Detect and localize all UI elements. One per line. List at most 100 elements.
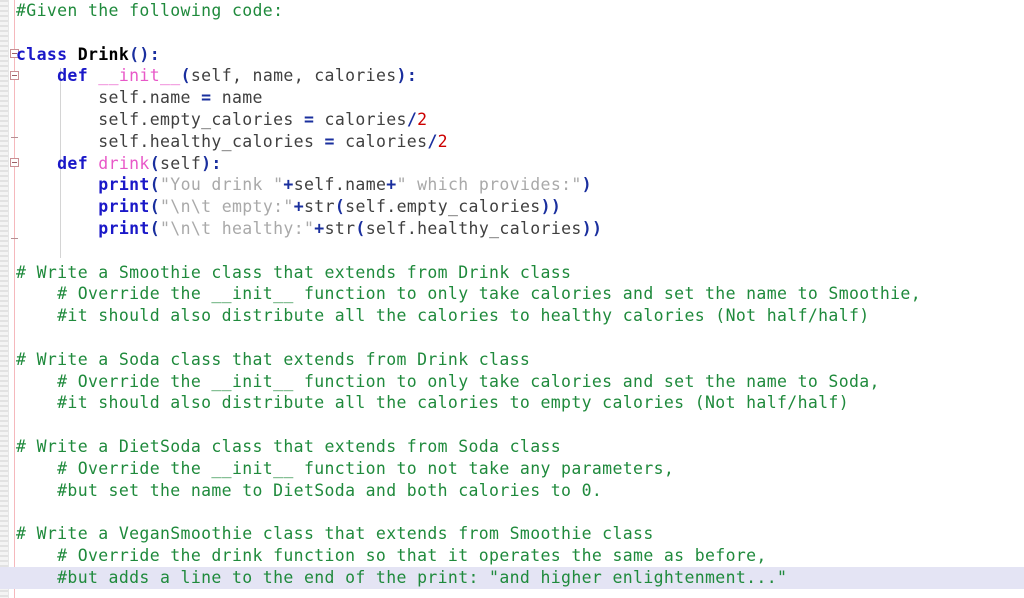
code-token-str: " which provides:" [396, 175, 582, 195]
code-line[interactable] [0, 414, 1024, 436]
code-line[interactable] [0, 327, 1024, 349]
code-token-comment: # Write a DietSoda class that extends fr… [16, 436, 562, 456]
code-token-op: = [303, 109, 315, 129]
code-line[interactable]: #it should also distribute all the calor… [0, 305, 1024, 327]
code-line[interactable]: # Override the __init__ function to not … [0, 458, 1024, 480]
code-token-comment: # Override the __init__ function to only… [16, 284, 921, 304]
code-token-op: = [324, 131, 335, 151]
code-line-content: self.empty_calories = calories/2 [16, 109, 427, 131]
code-line[interactable] [0, 501, 1024, 523]
code-token-comment: # Write a Smoothie class that extends fr… [16, 262, 572, 282]
code-token-var: self.name [293, 175, 387, 195]
code-line-content: # Override the __init__ function to only… [16, 371, 880, 393]
code-token-op: ( [334, 197, 346, 217]
code-token-op: / [427, 131, 438, 151]
code-token-comment: #it should also distribute all the calor… [16, 306, 870, 326]
code-token-kw: def [57, 153, 99, 173]
code-token-op: ) [581, 175, 592, 195]
code-line[interactable]: #but set the name to DietSoda and both c… [0, 480, 1024, 502]
code-token-op: )) [581, 218, 603, 238]
code-token-op: ( [149, 153, 160, 173]
code-line[interactable]: # Override the __init__ function to only… [0, 283, 1024, 305]
code-line[interactable]: def drink(self): [0, 153, 1024, 175]
code-line[interactable]: print("You drink "+self.name+" which pro… [0, 174, 1024, 196]
code-line-content: def drink(self): [16, 153, 222, 175]
code-token-var: self.empty_calories [345, 197, 541, 217]
code-line[interactable]: self.healthy_calories = calories/2 [0, 131, 1024, 153]
code-token-op: ( [149, 175, 160, 195]
code-line[interactable] [0, 240, 1024, 262]
code-line-content: # Override the __init__ function to not … [16, 458, 674, 480]
code-token-op: / [406, 109, 418, 129]
code-token-cm: #Given the following code: [16, 1, 284, 20]
code-token-var: self [160, 153, 202, 173]
code-line[interactable]: # Write a Soda class that extends from D… [0, 349, 1024, 371]
code-line-content: #but set the name to DietSoda and both c… [16, 480, 602, 502]
code-content-area[interactable]: #Given the following code: class Drink():… [0, 0, 1024, 598]
code-token-var: self.name [16, 88, 202, 108]
code-line[interactable]: # Write a Smoothie class that extends fr… [0, 262, 1024, 284]
code-line[interactable]: # Override the __init__ function to only… [0, 371, 1024, 393]
code-line-content: self.healthy_calories = calories/2 [16, 131, 448, 153]
code-token-op: )) [540, 197, 562, 217]
code-line-content: # Override the __init__ function to only… [16, 283, 921, 305]
code-line-content: # Override the drink function so that it… [16, 545, 767, 567]
code-line[interactable]: print("\n\t healthy:"+str(self.healthy_c… [0, 218, 1024, 240]
code-token-op: + [386, 175, 397, 195]
code-token-fn: drink [98, 153, 150, 173]
code-token-num: 2 [417, 109, 428, 129]
code-token-op: ): [201, 153, 222, 173]
code-line[interactable]: self.name = name [0, 87, 1024, 109]
code-line[interactable]: #Given the following code: [0, 0, 1024, 22]
code-token-op: ( [149, 218, 160, 238]
code-token-str: "You drink " [160, 175, 284, 195]
code-token-cls: Drink [77, 44, 130, 64]
code-token-var: self.healthy_calories [16, 131, 325, 151]
code-line[interactable]: print("\n\t empty:"+str(self.empty_calor… [0, 196, 1024, 218]
code-token-op: + [314, 218, 325, 238]
code-token-op: (): [129, 44, 160, 64]
code-line[interactable]: class Drink(): [0, 44, 1024, 66]
code-token-num: 2 [437, 131, 448, 151]
code-editor[interactable]: #Given the following code: class Drink():… [0, 0, 1024, 598]
code-token-comment: # Override the __init__ function to not … [16, 458, 675, 478]
code-line[interactable] [0, 22, 1024, 44]
code-line[interactable]: def __init__(self, name, calories): [0, 65, 1024, 87]
code-line-content: print("You drink "+self.name+" which pro… [16, 174, 592, 196]
code-token-str: "\n\t empty:" [160, 197, 294, 217]
code-line[interactable]: self.empty_calories = calories/2 [0, 109, 1024, 131]
code-token-kw: class [16, 44, 78, 64]
code-line[interactable]: # Write a VeganSmoothie class that exten… [0, 523, 1024, 545]
code-line[interactable]: #it should also distribute all the calor… [0, 392, 1024, 414]
code-line-content: print("\n\t healthy:"+str(self.healthy_c… [16, 218, 602, 240]
code-line-content: def __init__(self, name, calories): [16, 65, 417, 87]
code-line-content: self.name = name [16, 87, 263, 109]
code-token-op: = [201, 88, 212, 108]
code-line[interactable]: # Write a DietSoda class that extends fr… [0, 436, 1024, 458]
code-token-var: calories [314, 109, 407, 129]
code-line-content: # Write a Smoothie class that extends fr… [16, 262, 571, 284]
code-token-var: str [324, 218, 356, 238]
code-token-var: name [211, 88, 263, 108]
code-token-op: ): [396, 66, 418, 86]
code-token-op: ( [149, 197, 160, 217]
code-token-comment: # Write a Soda class that extends from D… [16, 349, 531, 369]
code-token-op: ( [355, 218, 366, 238]
code-token-op: ( [180, 66, 191, 86]
code-line-content: #it should also distribute all the calor… [16, 392, 849, 414]
code-token-var: self, name, calories [190, 66, 397, 86]
code-line[interactable]: # Override the drink function so that it… [0, 545, 1024, 567]
code-token-comment: # Override the drink function so that it… [16, 545, 767, 565]
code-token-op: + [293, 197, 304, 217]
code-line-content: #but adds a line to the end of the print… [16, 567, 787, 589]
code-token-comment: # Write a VeganSmoothie class that exten… [16, 524, 654, 544]
code-token-dund: __init__ [98, 66, 181, 86]
code-token-op: + [283, 175, 294, 195]
code-line-content: # Write a DietSoda class that extends fr… [16, 436, 561, 458]
code-line[interactable]: #but adds a line to the end of the print… [0, 566, 1024, 589]
code-token-bi: print [98, 197, 150, 217]
